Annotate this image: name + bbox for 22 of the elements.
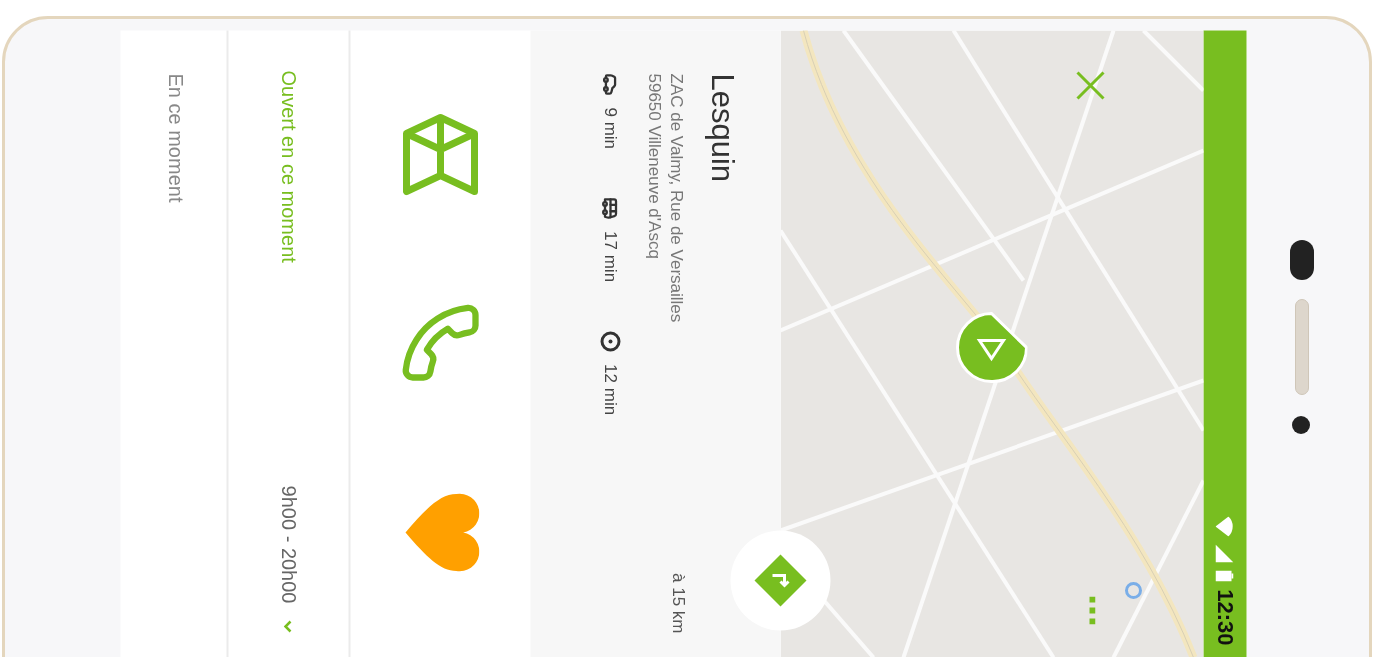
more-dots-icon [1087,596,1095,624]
front-camera [1290,240,1314,280]
section-title: En ce moment [164,73,186,202]
circle-dot-icon [598,329,621,352]
battery-icon [1215,569,1234,581]
folded-map-icon [400,112,480,195]
address-line: ZAC de Valmy, Rue de Versailles [665,73,687,322]
direction-sign-icon [753,553,807,607]
wifi-icon [1215,515,1234,536]
travel-time: 12 min [599,363,621,415]
opening-hours-row[interactable]: Ouvert en ce moment 9h00 - 20h00 [226,30,348,657]
address-line: 59650 Villeneuve d'Ascq [643,73,665,261]
close-icon [1075,70,1105,100]
location-pin-icon [955,310,1027,384]
travel-time: 9 min [599,107,621,149]
travel-time: 17 min [599,230,621,282]
distance-text: à 15 km [667,572,688,633]
signal-icon [1215,543,1234,562]
opening-status: Ouvert en ce moment [276,70,300,263]
opening-hours: 9h00 - 20h00 [276,485,300,603]
place-name: Lesquin [706,73,737,184]
status-time: 12:30 [1211,588,1238,645]
